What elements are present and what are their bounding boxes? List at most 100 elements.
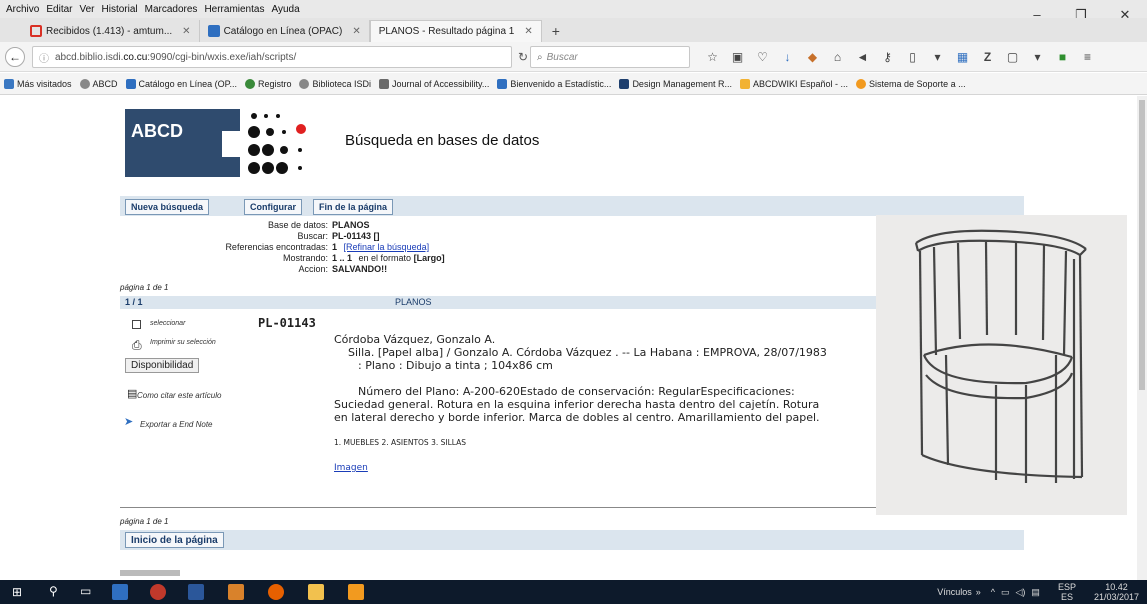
paint-icon[interactable]: [228, 584, 244, 600]
tab-bar: Recibidos (1.413) - amtum... ✕ Catálogo …: [0, 18, 1147, 42]
document-icon[interactable]: ▢: [1000, 48, 1025, 66]
zotero-icon[interactable]: Z: [975, 48, 1000, 66]
tab-planos[interactable]: PLANOS - Resultado página 1 ✕: [369, 20, 542, 42]
search-placeholder: Buscar: [546, 51, 578, 63]
bookmark-item[interactable]: Biblioteca ISDi: [299, 78, 371, 89]
print-selection-link[interactable]: Imprimir su selección: [150, 339, 216, 346]
translate-icon[interactable]: ▦: [950, 48, 975, 66]
menu-ver[interactable]: Ver: [79, 4, 94, 15]
bookmark-item[interactable]: ABCDWIKI Español - ...: [740, 78, 848, 89]
new-search-button[interactable]: Nueva búsqueda: [125, 199, 210, 215]
address-bar[interactable]: ⓘ abcd.biblio.isdi. co.cu:9090/cgi-bin/wx…: [32, 46, 512, 68]
dropdown-icon[interactable]: ▾: [925, 48, 950, 66]
meta-action: Accion: SALVANDO!!: [298, 264, 388, 274]
download-icon[interactable]: ↓: [775, 48, 800, 66]
bookmark-item[interactable]: Sistema de Soporte a ...: [856, 78, 966, 89]
scrollbar-thumb[interactable]: [1139, 100, 1145, 390]
network-icon[interactable]: ▭: [1001, 587, 1010, 598]
page-scrollbar[interactable]: [1137, 96, 1147, 580]
app-icon[interactable]: [150, 584, 166, 600]
notification-icon[interactable]: ▤: [1031, 587, 1040, 598]
bookmark-item[interactable]: Bienvenido a Estadístic...: [497, 78, 611, 89]
bookmark-item[interactable]: Journal of Accessibility...: [379, 78, 489, 89]
extension-icon[interactable]: ◆: [800, 48, 825, 66]
notes-icon[interactable]: [348, 584, 364, 600]
phone-icon[interactable]: ▯: [900, 48, 925, 66]
tab-close-icon[interactable]: ✕: [182, 26, 190, 37]
pocket-icon[interactable]: ♡: [750, 48, 775, 66]
cite-link[interactable]: Como citar este artículo: [123, 391, 233, 401]
bookmark-star-icon[interactable]: ☆: [700, 48, 725, 66]
windows-start-icon[interactable]: ⊞: [12, 585, 22, 599]
configure-button[interactable]: Configurar: [244, 199, 302, 215]
links-toolbar[interactable]: Vínculos: [937, 587, 972, 597]
dropdown-icon[interactable]: ▾: [1025, 48, 1050, 66]
task-view-icon[interactable]: ▭: [80, 584, 91, 598]
chart-icon: [497, 78, 508, 89]
gmail-icon: [30, 25, 42, 37]
menu-ayuda[interactable]: Ayuda: [271, 4, 299, 15]
search-metadata: Base de datos: PLANOS Buscar: PL-01143 [] …: [120, 220, 620, 275]
logo-text: ABCD: [131, 121, 183, 141]
page-start-button[interactable]: Inicio de la página: [125, 532, 224, 548]
bookmark-item[interactable]: Catálogo en Línea (OP...: [125, 78, 237, 89]
back-arrow-icon[interactable]: ←: [5, 47, 25, 67]
image-link[interactable]: Imagen: [334, 462, 834, 475]
language-indicator[interactable]: ESP ES: [1058, 582, 1076, 602]
volume-icon[interactable]: ◁): [1016, 587, 1026, 598]
bottom-bar: Inicio de la página: [120, 530, 1024, 550]
printer-icon[interactable]: ⎙: [132, 338, 142, 353]
select-checkbox[interactable]: [132, 320, 141, 329]
record-notes: Número del Plano: A-200-620Estado de con…: [334, 385, 820, 424]
windows-taskbar: ⊞ ⚲ ▭ Vínculos » ^ ▭ ◁) ▤ ESP ES 10.42 21/…: [0, 580, 1147, 604]
record-body: Córdoba Vázquez, Gonzalo A. Silla. [Pape…: [334, 333, 834, 475]
abcd-logo: ABCD: [125, 109, 240, 177]
clock[interactable]: 10.42 21/03/2017: [1094, 582, 1139, 602]
word-icon[interactable]: [188, 584, 204, 600]
addon-icon[interactable]: ■: [1050, 48, 1075, 66]
send-icon[interactable]: ◄: [850, 48, 875, 66]
menu-bar: Archivo Editar Ver Historial Marcadores …: [0, 0, 1147, 18]
menu-icon[interactable]: ≡: [1075, 48, 1100, 66]
bookmark-icon: [4, 78, 14, 89]
record-subjects: 1. MUEBLES 2. ASIENTOS 3. SILLAS: [334, 438, 467, 447]
tab-label: Recibidos (1.413) - amtum...: [46, 25, 173, 37]
bookmark-item[interactable]: Registro: [244, 78, 291, 89]
menu-archivo[interactable]: Archivo: [6, 4, 39, 15]
home-icon[interactable]: ⌂: [825, 48, 850, 66]
menu-historial[interactable]: Historial: [102, 4, 138, 15]
menu-editar[interactable]: Editar: [46, 4, 72, 15]
tab-close-icon[interactable]: ✕: [352, 26, 360, 37]
menu-marcadores[interactable]: Marcadores: [145, 4, 198, 15]
file-explorer-icon[interactable]: [308, 584, 324, 600]
logo-shape: [222, 131, 240, 157]
reading-list-icon[interactable]: ▣: [725, 48, 750, 66]
firefox-icon[interactable]: [268, 584, 284, 600]
tab-opac[interactable]: Catálogo en Línea (OPAC) ✕: [200, 20, 370, 42]
chevron-icon[interactable]: »: [976, 587, 981, 597]
bookmark-item[interactable]: Más visitados: [4, 78, 72, 89]
bookmark-item[interactable]: Design Management R...: [619, 78, 732, 89]
pkp-icon: [379, 78, 389, 89]
menu-herramientas[interactable]: Herramientas: [204, 4, 264, 15]
outlook-icon[interactable]: [112, 584, 128, 600]
new-tab-button[interactable]: +: [542, 20, 570, 42]
tab-close-icon[interactable]: ✕: [524, 26, 532, 37]
record-id: PL-01143: [258, 316, 316, 330]
bookmarks-bar: Más visitados ABCD Catálogo en Línea (OP…: [0, 73, 1147, 95]
availability-button[interactable]: Disponibilidad: [125, 358, 200, 373]
search-icon[interactable]: ⚲: [49, 584, 58, 598]
tray-up-icon[interactable]: ^: [991, 587, 995, 597]
reload-icon[interactable]: ↻: [518, 50, 528, 64]
key-icon[interactable]: ⚷: [875, 48, 900, 66]
tab-gmail[interactable]: Recibidos (1.413) - amtum... ✕: [22, 20, 200, 42]
bookmark-item[interactable]: ABCD: [79, 78, 118, 89]
result-db: PLANOS: [395, 297, 432, 307]
search-input[interactable]: ⌕ Buscar: [530, 46, 690, 68]
page-title: Búsqueda en bases de datos: [345, 132, 540, 149]
refine-search-link[interactable]: [Refinar la búsqueda]: [344, 242, 430, 252]
export-endnote-link[interactable]: Exportar a End Note: [140, 420, 212, 429]
page-end-button[interactable]: Fin de la página: [313, 199, 394, 215]
logo-dots: [248, 113, 306, 174]
web-page: ABCD Búsqueda en bases de datos Nueva bú…: [0, 96, 1137, 580]
